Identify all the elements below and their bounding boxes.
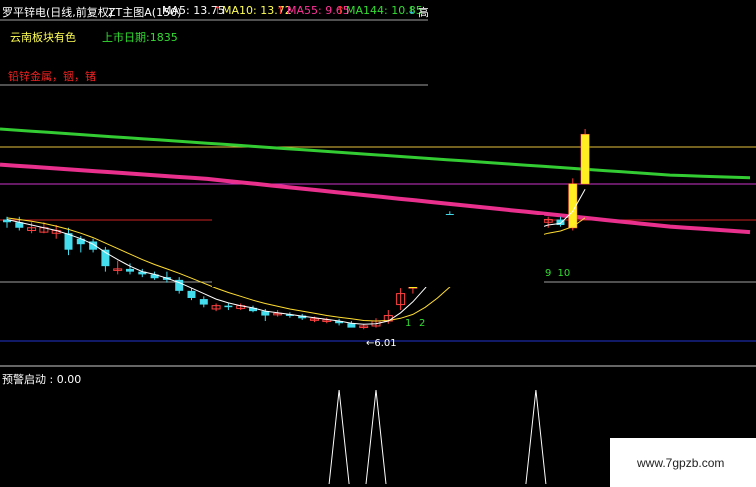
warning-signal-spike [328,389,350,485]
watermark-text: www.7gpzb.com [637,456,725,470]
warning-signal-spike [365,389,387,485]
count-label-bottom: 2 [419,318,425,329]
chart-stage: 罗平锌电(日线,前复权) ZT主图A(150) MA5: 13.75 ↑ MA1… [0,0,756,487]
candle-body [187,290,196,298]
lower-panel-label: 预警启动 : 0.00 [2,373,82,386]
rally-candle [581,134,590,184]
candle-body [224,305,233,308]
count-label-top: 9 [545,268,551,279]
warning-signal-spike [525,389,547,485]
count-label-top: 10 [558,268,571,279]
price-chart: ←6.011212345678910 [0,0,756,485]
low-annotation: ←6.01 [366,338,397,349]
candle-body [199,299,208,305]
candle-body [126,268,134,272]
watermark-box: www.7gpzb.com [610,438,756,487]
mask-rect-top [428,0,756,112]
count-label-bottom: 1 [405,318,411,329]
mask-rect-middle [212,215,544,287]
